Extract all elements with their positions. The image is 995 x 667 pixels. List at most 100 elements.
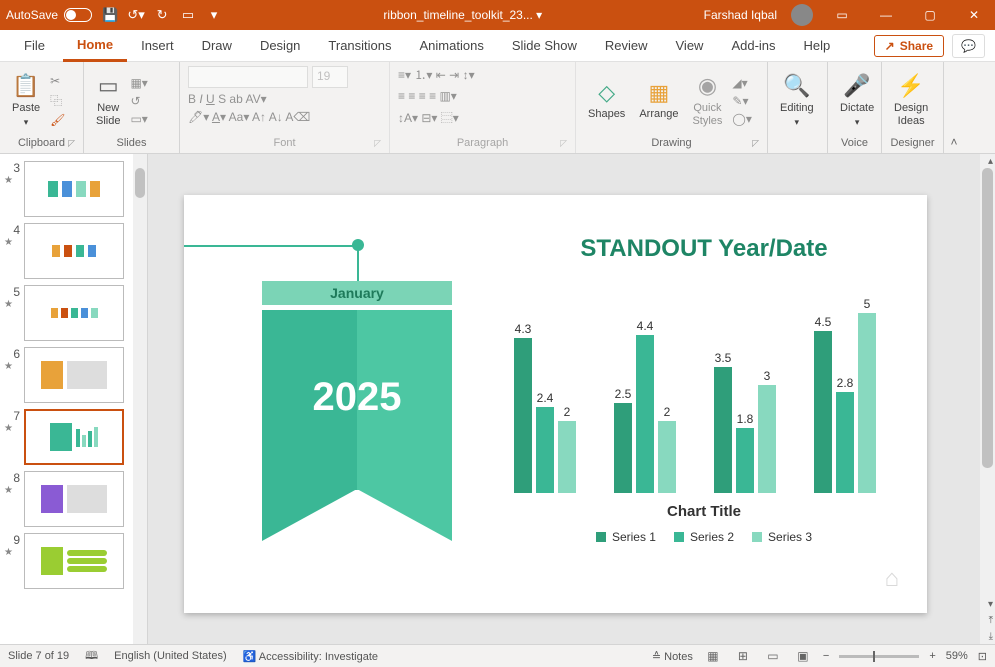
- dictate-button[interactable]: 🎤Dictate▾: [836, 71, 878, 129]
- grow-font-button[interactable]: A↑: [252, 110, 266, 124]
- language-status[interactable]: English (United States): [114, 650, 227, 662]
- format-painter-icon[interactable]: 🖌: [50, 113, 65, 127]
- bullets-button[interactable]: ≡▾: [398, 68, 411, 82]
- tab-help[interactable]: Help: [790, 31, 845, 60]
- quick-styles-button[interactable]: ◉Quick Styles: [688, 71, 726, 130]
- indent-inc-button[interactable]: ⇥: [449, 68, 459, 82]
- align-text-button[interactable]: ⊟▾: [421, 111, 437, 125]
- thumb-4[interactable]: 4★: [0, 220, 147, 282]
- thumb-9[interactable]: 9★: [0, 530, 147, 592]
- sorter-view-icon[interactable]: ⊞: [733, 648, 753, 664]
- clear-format-button[interactable]: A⌫: [285, 110, 310, 124]
- reading-view-icon[interactable]: ▭: [763, 648, 783, 664]
- editor-scrollbar[interactable]: ▴ ▾ ⤒ ⤓: [980, 154, 995, 644]
- align-center-button[interactable]: ≡: [408, 89, 415, 103]
- thumb-8[interactable]: 8★: [0, 468, 147, 530]
- italic-button[interactable]: I: [199, 92, 202, 106]
- section-icon[interactable]: ▭▾: [130, 112, 147, 126]
- thumb-5[interactable]: 5★: [0, 282, 147, 344]
- zoom-out-button[interactable]: −: [823, 650, 829, 662]
- font-size-combo[interactable]: 19: [312, 66, 348, 88]
- highlight-icon[interactable]: A▾: [212, 110, 226, 124]
- font-family-combo[interactable]: [188, 66, 308, 88]
- zoom-slider[interactable]: [839, 655, 919, 658]
- slide-counter[interactable]: Slide 7 of 19: [8, 650, 69, 662]
- font-launcher-icon[interactable]: ◸: [374, 138, 381, 149]
- tab-insert[interactable]: Insert: [127, 31, 188, 60]
- restore-button[interactable]: ▢: [915, 0, 945, 30]
- slide-editor[interactable]: January 2025 STANDOUT Year/Date 4.32.422…: [148, 154, 995, 644]
- chart[interactable]: STANDOUT Year/Date 4.32.422.54.423.51.83…: [504, 235, 904, 565]
- change-case-button[interactable]: Aa▾: [229, 110, 250, 124]
- minimize-button[interactable]: —: [871, 0, 901, 30]
- tab-animations[interactable]: Animations: [406, 31, 498, 60]
- close-button[interactable]: ✕: [959, 0, 989, 30]
- text-direction-button[interactable]: ↕A▾: [398, 111, 418, 125]
- shape-outline-icon[interactable]: ✎▾: [732, 94, 751, 108]
- shrink-font-button[interactable]: A↓: [269, 110, 283, 124]
- tab-design[interactable]: Design: [246, 31, 314, 60]
- save-icon[interactable]: 💾: [102, 7, 118, 23]
- reset-icon[interactable]: ↺: [130, 94, 147, 108]
- design-ideas-button[interactable]: ⚡Design Ideas: [890, 71, 932, 130]
- ribbon-display-icon[interactable]: ▭: [827, 0, 857, 30]
- strike-button[interactable]: S: [218, 92, 226, 106]
- align-left-button[interactable]: ≡: [398, 89, 405, 103]
- slide-canvas[interactable]: January 2025 STANDOUT Year/Date 4.32.422…: [184, 195, 927, 613]
- tab-draw[interactable]: Draw: [188, 31, 246, 60]
- zoom-level[interactable]: 59%: [946, 650, 968, 662]
- comments-button[interactable]: 💬: [952, 34, 985, 58]
- char-spacing-button[interactable]: AV▾: [245, 92, 266, 106]
- normal-view-icon[interactable]: ▦: [703, 648, 723, 664]
- indent-dec-button[interactable]: ⇤: [436, 68, 446, 82]
- tab-file[interactable]: File: [10, 31, 59, 60]
- shadow-button[interactable]: ab: [229, 92, 242, 106]
- spell-check-icon[interactable]: 🕮: [85, 647, 98, 666]
- zoom-in-button[interactable]: +: [929, 650, 935, 662]
- qat-dropdown-icon[interactable]: ▾: [206, 7, 222, 23]
- align-right-button[interactable]: ≡: [419, 89, 426, 103]
- redo-icon[interactable]: ↻: [154, 7, 170, 23]
- shape-effects-icon[interactable]: ◯▾: [732, 112, 751, 126]
- numbering-button[interactable]: ⒈▾: [414, 68, 432, 82]
- tab-review[interactable]: Review: [591, 31, 662, 60]
- tab-view[interactable]: View: [662, 31, 718, 60]
- paragraph-launcher-icon[interactable]: ◸: [560, 138, 567, 149]
- editing-button[interactable]: 🔍Editing▾: [776, 71, 818, 129]
- accessibility-status[interactable]: ♿ Accessibility: Investigate: [243, 650, 378, 663]
- shapes-button[interactable]: ◇Shapes: [584, 78, 629, 124]
- tab-transitions[interactable]: Transitions: [314, 31, 405, 60]
- start-from-beginning-icon[interactable]: ▭: [180, 7, 196, 23]
- slideshow-view-icon[interactable]: ▣: [793, 648, 813, 664]
- underline-button[interactable]: U: [206, 92, 215, 106]
- drawing-launcher-icon[interactable]: ◸: [752, 138, 759, 149]
- user-avatar[interactable]: [791, 4, 813, 26]
- cut-icon[interactable]: ✂: [50, 74, 65, 88]
- notes-button[interactable]: ≙ Notes: [652, 650, 693, 663]
- tab-slideshow[interactable]: Slide Show: [498, 31, 591, 60]
- new-slide-button[interactable]: ▭New Slide: [92, 71, 124, 130]
- home-icon[interactable]: ⌂: [885, 565, 900, 593]
- thumb-3[interactable]: 3★: [0, 158, 147, 220]
- justify-button[interactable]: ≡: [429, 89, 436, 103]
- undo-icon[interactable]: ↺▾: [128, 7, 144, 23]
- collapse-ribbon-icon[interactable]: ˄: [944, 62, 964, 153]
- user-name[interactable]: Farshad Iqbal: [704, 8, 777, 22]
- layout-icon[interactable]: ▦▾: [130, 76, 147, 90]
- fit-window-icon[interactable]: ⊡: [978, 650, 987, 663]
- thumbnails-scrollbar[interactable]: [133, 154, 147, 644]
- bold-button[interactable]: B: [188, 92, 196, 106]
- font-color-icon[interactable]: 🖊▾: [188, 110, 209, 124]
- document-title[interactable]: ribbon_timeline_toolkit_23... ▾: [232, 8, 694, 22]
- share-button[interactable]: ↗Share: [874, 35, 944, 57]
- clipboard-launcher-icon[interactable]: ◸: [68, 138, 75, 149]
- paste-button[interactable]: 📋Paste▾: [8, 71, 44, 129]
- year-banner[interactable]: [262, 310, 452, 540]
- thumb-6[interactable]: 6★: [0, 344, 147, 406]
- month-label[interactable]: January: [262, 281, 452, 305]
- shape-fill-icon[interactable]: ◢▾: [732, 76, 751, 90]
- tab-addins[interactable]: Add-ins: [717, 31, 789, 60]
- autosave-toggle[interactable]: AutoSave: [6, 8, 92, 22]
- copy-icon[interactable]: ⿻: [50, 92, 65, 109]
- tab-home[interactable]: Home: [63, 30, 127, 62]
